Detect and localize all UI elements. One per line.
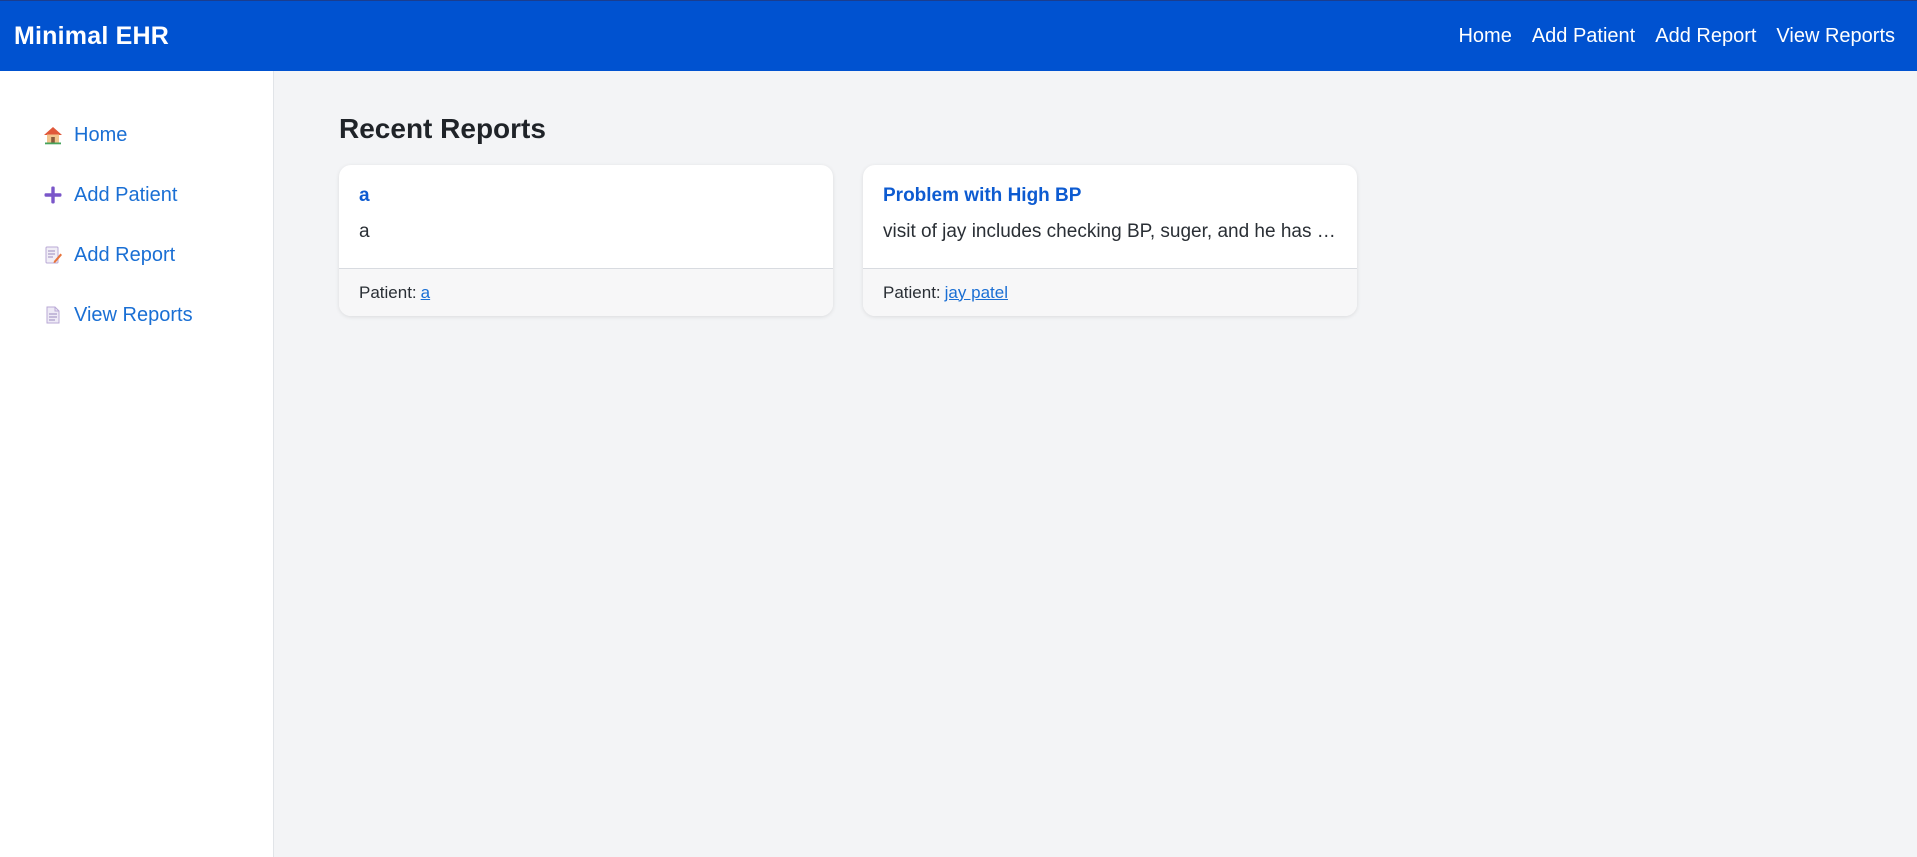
memo-icon — [42, 244, 64, 266]
sidebar-item-label: View Reports — [74, 303, 193, 326]
top-navbar: Minimal EHR Home Add Patient Add Report … — [0, 0, 1917, 71]
report-card: a a Patient: a — [339, 165, 833, 316]
sidebar-item-home[interactable]: Home — [0, 105, 273, 165]
report-summary: a — [359, 221, 370, 242]
report-card: Problem with High BP visit of jay includ… — [863, 165, 1357, 316]
sidebar-item-add-patient[interactable]: Add Patient — [0, 165, 273, 225]
report-card-body: a a — [339, 165, 833, 268]
report-summary: visit of jay includes checking BP, suger… — [883, 221, 1337, 242]
brand-title[interactable]: Minimal EHR — [14, 22, 169, 51]
top-nav: Home Add Patient Add Report View Reports — [1458, 25, 1903, 48]
plus-icon — [42, 184, 64, 206]
sidebar-item-label: Home — [74, 123, 128, 146]
report-card-list: a a Patient: a Problem with High BP visi… — [339, 165, 1917, 316]
patient-label: Patient: — [883, 282, 941, 302]
sidebar-item-label: Add Report — [74, 243, 176, 266]
sidebar: Home Add Patient Add Report View Reports — [0, 71, 274, 857]
patient-link[interactable]: a — [421, 283, 430, 303]
top-nav-add-patient[interactable]: Add Patient — [1532, 25, 1635, 48]
top-nav-home[interactable]: Home — [1458, 25, 1511, 48]
sidebar-item-view-reports[interactable]: View Reports — [0, 285, 273, 345]
report-card-footer: Patient: a — [339, 268, 833, 316]
top-nav-view-reports[interactable]: View Reports — [1776, 25, 1895, 48]
report-title-link[interactable]: a — [359, 185, 813, 207]
page-title: Recent Reports — [339, 113, 546, 144]
main-content: Recent Reports a a Patient: a Problem wi… — [275, 71, 1917, 857]
top-nav-add-report[interactable]: Add Report — [1655, 25, 1756, 48]
report-card-footer: Patient: jay patel — [863, 268, 1357, 316]
report-title-link[interactable]: Problem with High BP — [883, 185, 1337, 207]
sidebar-item-label: Add Patient — [74, 183, 178, 206]
patient-label: Patient: — [359, 282, 417, 302]
report-card-body: Problem with High BP visit of jay includ… — [863, 165, 1357, 268]
patient-link[interactable]: jay patel — [945, 283, 1008, 303]
document-icon — [42, 304, 64, 326]
house-icon — [42, 124, 64, 146]
sidebar-item-add-report[interactable]: Add Report — [0, 225, 273, 285]
